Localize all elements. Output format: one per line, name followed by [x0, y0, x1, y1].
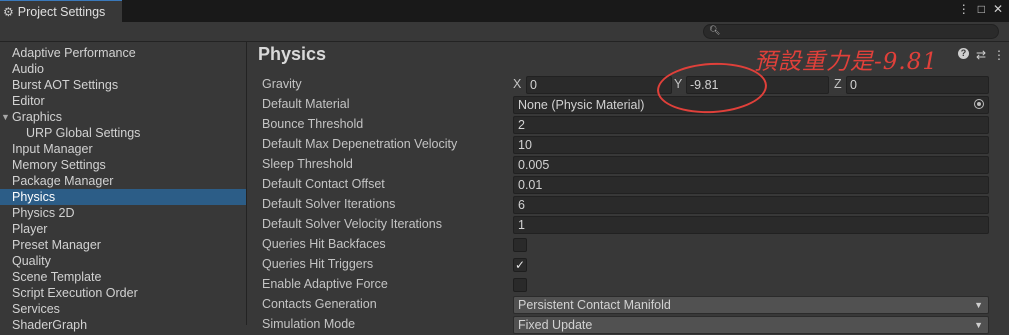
sidebar-item-quality[interactable]: Quality: [0, 253, 246, 269]
contact-offset-field[interactable]: 0.01: [513, 176, 989, 194]
more-options-icon[interactable]: ⋮: [958, 2, 970, 16]
sidebar-item-scene-template[interactable]: Scene Template: [0, 269, 246, 285]
sidebar-item-package-manager[interactable]: Package Manager: [0, 173, 246, 189]
max-depenetration-label: Default Max Depenetration Velocity: [262, 137, 458, 151]
queries-hit-triggers-label: Queries Hit Triggers: [262, 257, 374, 271]
gravity-z-label[interactable]: Z: [834, 77, 842, 91]
max-depenetration-row: Default Max Depenetration Velocity 10: [247, 135, 1009, 155]
tab-bar: ⚙ Project Settings ⋮ □ ✕: [0, 0, 1009, 22]
sidebar-item-label: Graphics: [12, 110, 63, 124]
sidebar-item-editor[interactable]: Editor: [0, 93, 246, 109]
sidebar-item-urp-global-settings[interactable]: URP Global Settings: [0, 125, 246, 141]
sleep-threshold-label: Sleep Threshold: [262, 157, 353, 171]
dropdown-arrow-icon: ▼: [974, 300, 983, 310]
toolbar: 🔍︎: [0, 22, 1009, 42]
simulation-mode-row: Simulation Mode Fixed Update ▼: [247, 315, 1009, 335]
contacts-generation-dropdown[interactable]: Persistent Contact Manifold ▼: [513, 296, 989, 314]
header-icons: ? ⇄ ⋮: [957, 48, 1005, 62]
sidebar-item-player[interactable]: Player: [0, 221, 246, 237]
page-title: Physics: [258, 44, 327, 64]
contacts-generation-label: Contacts Generation: [262, 297, 377, 311]
queries-hit-backfaces-label: Queries Hit Backfaces: [262, 237, 386, 251]
sleep-threshold-row: Sleep Threshold 0.005: [247, 155, 1009, 175]
simulation-mode-value: Fixed Update: [518, 318, 593, 332]
contact-offset-label: Default Contact Offset: [262, 177, 385, 191]
sidebar: Adaptive Performance Audio Burst AOT Set…: [0, 42, 247, 332]
solver-iterations-label: Default Solver Iterations: [262, 197, 396, 211]
contacts-generation-row: Contacts Generation Persistent Contact M…: [247, 295, 1009, 315]
gravity-z-field[interactable]: 0: [846, 76, 989, 94]
default-material-label: Default Material: [262, 97, 350, 111]
sleep-threshold-field[interactable]: 0.005: [513, 156, 989, 174]
sidebar-item-adaptive-performance[interactable]: Adaptive Performance: [0, 45, 246, 61]
sidebar-item-input-manager[interactable]: Input Manager: [0, 141, 246, 157]
sidebar-item-burst-aot-settings[interactable]: Burst AOT Settings: [0, 77, 246, 93]
default-material-value: None (Physic Material): [518, 98, 645, 112]
gravity-label: Gravity: [262, 77, 302, 91]
enable-adaptive-force-label: Enable Adaptive Force: [262, 277, 388, 291]
sidebar-item-physics[interactable]: Physics: [0, 189, 246, 205]
annotation-text: 預設重力是-9.81: [754, 49, 938, 75]
physics-settings-panel: Physics ? ⇄ ⋮ Gravity X 0 Y -9.81 Z 0 De…: [247, 42, 1009, 334]
gear-icon: ⚙: [3, 4, 14, 19]
sidebar-item-services[interactable]: Services: [0, 301, 246, 317]
sidebar-item-physics-2d[interactable]: Physics 2D: [0, 205, 246, 221]
help-icon[interactable]: ?: [957, 48, 969, 59]
sidebar-item-audio[interactable]: Audio: [0, 61, 246, 77]
queries-hit-triggers-checkbox[interactable]: ✓: [513, 258, 527, 272]
bounce-threshold-label: Bounce Threshold: [262, 117, 364, 131]
sidebar-item-script-execution-order[interactable]: Script Execution Order: [0, 285, 246, 301]
gravity-x-label[interactable]: X: [513, 77, 521, 91]
queries-hit-backfaces-checkbox[interactable]: [513, 238, 527, 252]
search-icon: 🔍︎: [709, 25, 721, 35]
tab-title: Project Settings: [17, 4, 106, 19]
close-icon[interactable]: ✕: [993, 2, 1003, 16]
queries-hit-triggers-row: Queries Hit Triggers ✓: [247, 255, 1009, 275]
checkmark-icon: ✓: [514, 258, 526, 272]
solver-velocity-iterations-label: Default Solver Velocity Iterations: [262, 217, 442, 231]
max-depenetration-field[interactable]: 10: [513, 136, 989, 154]
presets-icon[interactable]: ⇄: [976, 48, 986, 62]
default-material-row: Default Material None (Physic Material): [247, 95, 1009, 115]
solver-iterations-row: Default Solver Iterations 6: [247, 195, 1009, 215]
bounce-threshold-field[interactable]: 2: [513, 116, 989, 134]
sidebar-item-shadergraph[interactable]: ShaderGraph: [0, 317, 246, 333]
contacts-generation-value: Persistent Contact Manifold: [518, 298, 671, 312]
search-input[interactable]: 🔍︎: [703, 24, 999, 39]
enable-adaptive-force-checkbox[interactable]: [513, 278, 527, 292]
simulation-mode-label: Simulation Mode: [262, 317, 356, 331]
contact-offset-row: Default Contact Offset 0.01: [247, 175, 1009, 195]
sidebar-item-graphics[interactable]: ▼ Graphics: [0, 109, 246, 125]
maximize-icon[interactable]: □: [978, 2, 985, 16]
window-controls: ⋮ □ ✕: [958, 2, 1003, 16]
bounce-threshold-row: Bounce Threshold 2: [247, 115, 1009, 135]
gravity-row: Gravity X 0 Y -9.81 Z 0: [247, 75, 1009, 95]
expand-triangle-icon[interactable]: ▼: [1, 109, 10, 125]
gravity-x-field[interactable]: 0: [526, 76, 672, 94]
sidebar-item-preset-manager[interactable]: Preset Manager: [0, 237, 246, 253]
simulation-mode-dropdown[interactable]: Fixed Update ▼: [513, 316, 989, 334]
more-options-icon[interactable]: ⋮: [993, 48, 1005, 62]
sidebar-item-memory-settings[interactable]: Memory Settings: [0, 157, 246, 173]
solver-velocity-iterations-row: Default Solver Velocity Iterations 1: [247, 215, 1009, 235]
dropdown-arrow-icon: ▼: [974, 320, 983, 330]
solver-iterations-field[interactable]: 6: [513, 196, 989, 214]
project-settings-tab[interactable]: ⚙ Project Settings: [0, 0, 122, 22]
enable-adaptive-force-row: Enable Adaptive Force: [247, 275, 1009, 295]
solver-velocity-iterations-field[interactable]: 1: [513, 216, 989, 234]
object-picker-icon[interactable]: [974, 99, 984, 109]
queries-hit-backfaces-row: Queries Hit Backfaces: [247, 235, 1009, 255]
